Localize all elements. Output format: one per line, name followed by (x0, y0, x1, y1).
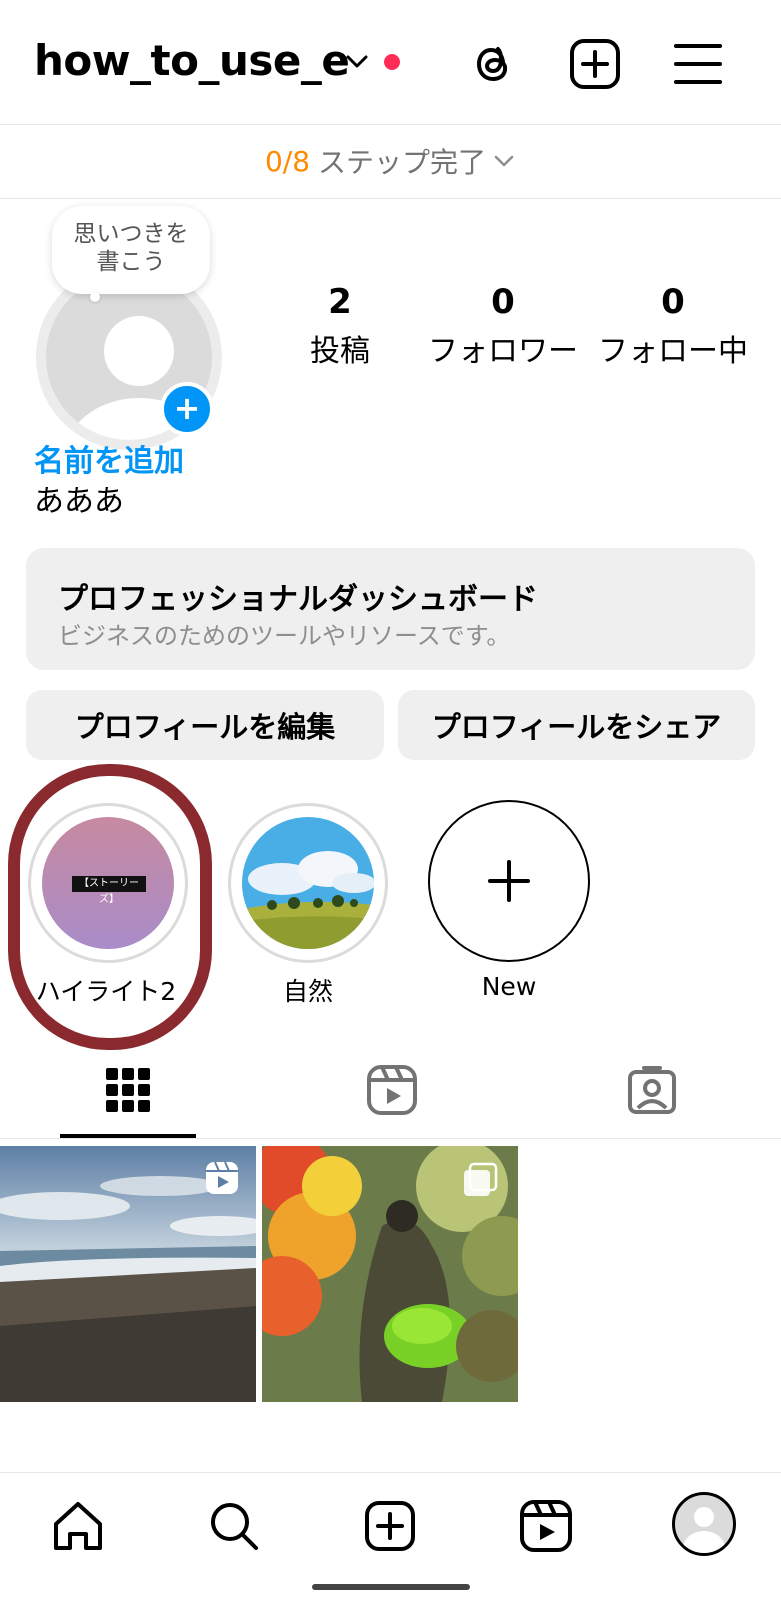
stat-following-label: フォロー中 (598, 334, 748, 369)
new-highlight-label: New (481, 972, 537, 1001)
username-title[interactable]: how_to_use_e (34, 36, 350, 85)
plus-icon (488, 860, 530, 902)
edit-profile-button[interactable]: プロフィールを編集 (26, 690, 384, 760)
stat-following-value: 0 (661, 282, 685, 322)
tabs-divider (0, 1138, 781, 1139)
steps-count: 0/8 (264, 144, 311, 178)
reel-badge-icon (206, 1161, 238, 1194)
stat-posts[interactable]: 2 投稿 (270, 282, 410, 370)
stat-posts-value: 2 (328, 282, 352, 322)
stat-followers[interactable]: 0 フォロワー (418, 282, 588, 370)
share-profile-button[interactable]: プロフィールをシェア (398, 690, 755, 760)
create-post-icon[interactable] (567, 36, 623, 92)
stat-followers-label: フォロワー (428, 334, 578, 369)
menu-icon[interactable] (670, 36, 726, 92)
add-story-plus-icon[interactable]: + (160, 382, 214, 436)
reels-icon[interactable] (518, 1498, 574, 1554)
create-icon[interactable] (362, 1498, 418, 1554)
notification-dot (384, 54, 400, 70)
highlight-2-label: 自然 (282, 977, 333, 1006)
steps-chevron-icon (494, 155, 514, 167)
stat-followers-value: 0 (491, 282, 515, 322)
search-icon[interactable] (206, 1498, 262, 1554)
steps-divider (0, 198, 781, 199)
new-highlight-button[interactable] (428, 800, 590, 962)
grid-tab-icon[interactable] (104, 1066, 152, 1114)
bottom-nav-divider (0, 1472, 781, 1473)
pro-dashboard-subtitle: ビジネスのためのツールやリソースです。 (58, 622, 511, 650)
stat-following[interactable]: 0 フォロー中 (588, 282, 758, 370)
home-icon[interactable] (50, 1498, 106, 1554)
annotation-red-outline (8, 764, 212, 1050)
professional-dashboard-card[interactable]: プロフェッショナルダッシュボード ビジネスのためのツールやリソースです。 (26, 548, 755, 670)
stat-posts-label: 投稿 (310, 334, 370, 369)
account-switch-chevron-icon[interactable] (342, 46, 372, 76)
highlight-2-cover (242, 817, 374, 949)
post-thumbnail-autumn[interactable] (262, 1146, 518, 1402)
note-bubble-tail (90, 292, 100, 302)
post-thumbnail-beach[interactable] (0, 1146, 256, 1402)
home-indicator (312, 1584, 470, 1590)
add-name-link[interactable]: 名前を追加 (34, 436, 184, 480)
note-bubble[interactable]: 思いつきを 書こう (52, 206, 210, 294)
bio-text: あああ (34, 484, 124, 519)
threads-icon[interactable] (465, 36, 521, 92)
reels-tab-icon[interactable] (366, 1064, 418, 1116)
profile-avatar-nav-icon[interactable] (672, 1492, 736, 1556)
pro-dashboard-title: プロフェッショナルダッシュボード (58, 582, 538, 617)
steps-progress[interactable]: 0/8 ステップ完了 (0, 124, 781, 198)
highlight-2[interactable] (228, 803, 388, 963)
tagged-tab-icon[interactable] (626, 1064, 678, 1116)
steps-label: ステップ完了 (318, 146, 487, 179)
multi-photo-icon (464, 1162, 498, 1196)
